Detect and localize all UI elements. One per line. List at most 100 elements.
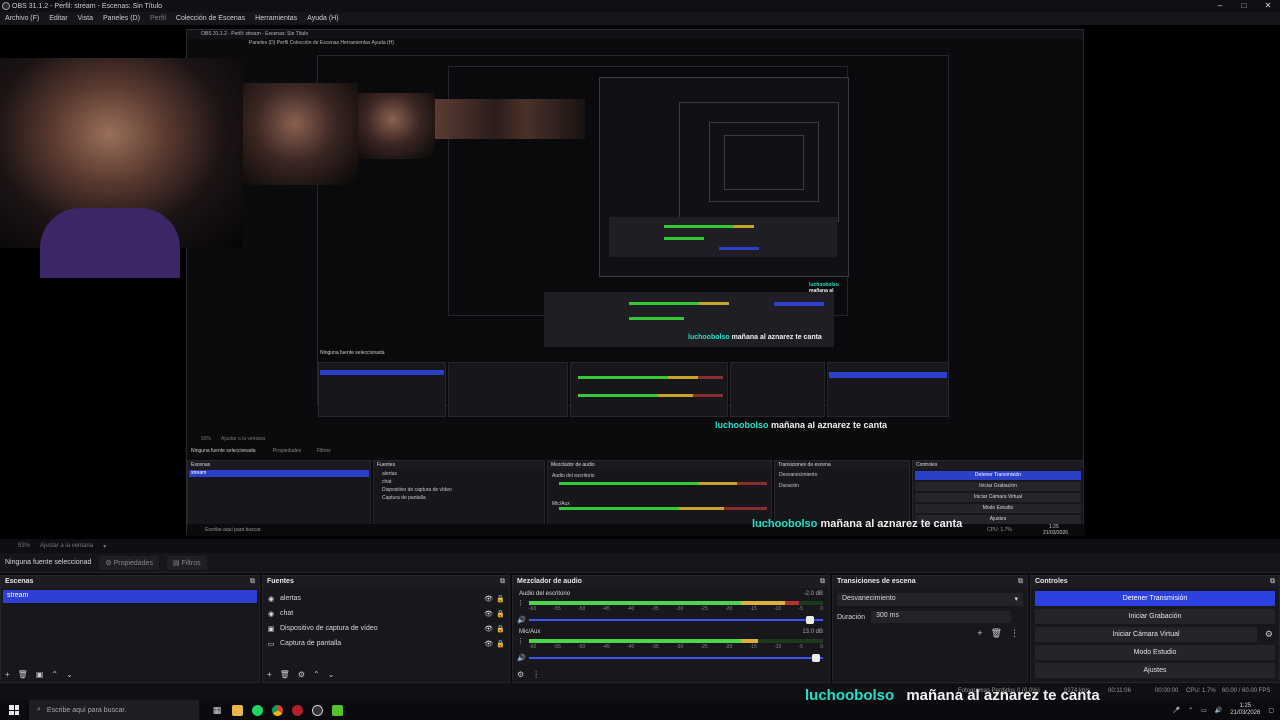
start-virtual-camera-button[interactable]: Iniciar Cámara Virtual — [1035, 627, 1257, 642]
fit-to-window[interactable]: Ajustar a la ventana — [40, 543, 93, 549]
maximize-button[interactable]: □ — [1232, 0, 1256, 12]
source-settings-button[interactable]: ⚙ — [298, 670, 305, 679]
add-source-button[interactable]: + — [267, 670, 272, 679]
eye-icon[interactable]: 👁 — [484, 640, 493, 648]
lock-icon[interactable]: 🔒 — [496, 610, 505, 618]
app-red-icon[interactable] — [287, 700, 307, 720]
app-green-icon[interactable] — [327, 700, 347, 720]
kebab-menu-icon[interactable]: ⋮ — [517, 599, 524, 607]
undock-icon[interactable]: ⧉ — [500, 578, 505, 586]
move-down-button[interactable]: ⌄ — [66, 670, 73, 679]
volume-icon[interactable]: 🔊 — [1215, 707, 1222, 714]
chevron-down-icon[interactable]: ▾ — [103, 543, 106, 550]
menu-vista[interactable]: Vista — [73, 15, 98, 22]
transition-select[interactable]: Desvanecimiento ▾ — [837, 593, 1023, 606]
clock[interactable]: 1:25 21/03/2026 — [1230, 703, 1260, 717]
scale-tick: -50 — [578, 644, 586, 650]
obs-icon[interactable] — [307, 700, 327, 720]
scale-tick: -10 — [774, 606, 782, 612]
mic-icon[interactable]: 🎤 — [1173, 707, 1180, 714]
notification-icon[interactable]: ▢ — [1268, 707, 1274, 714]
speaker-icon[interactable]: 🔊 — [517, 654, 526, 662]
eye-icon[interactable]: 👁 — [484, 595, 493, 603]
remove-source-button[interactable]: 🗑 — [280, 670, 290, 679]
volume-slider[interactable] — [529, 616, 823, 624]
scale-tick: -40 — [627, 644, 635, 650]
slider-knob[interactable] — [806, 616, 815, 624]
menu-ayuda[interactable]: Ayuda (H) — [302, 15, 343, 22]
nested-transitions-panel — [730, 362, 825, 417]
kebab-menu-icon[interactable]: ⋮ — [517, 637, 524, 645]
chrome-icon[interactable] — [267, 700, 287, 720]
scene-item-stream[interactable]: stream — [3, 590, 257, 603]
eye-icon[interactable]: 👁 — [484, 625, 493, 633]
spotify-icon[interactable] — [247, 700, 267, 720]
source-item-video-capture[interactable]: ▣ Dispositivo de captura de vídeo 👁 🔒 — [263, 621, 509, 636]
move-up-button[interactable]: ⌃ — [51, 670, 58, 679]
mixer-menu-button[interactable]: ⋮ — [532, 670, 540, 679]
menu-herramientas[interactable]: Herramientas — [250, 15, 302, 22]
nested-ticker: luchoobolso mañana al aznarez te canta — [688, 334, 822, 341]
properties-bar: Ninguna fuente seleccionad ⚙ Propiedades… — [0, 553, 1280, 573]
menu-archivo[interactable]: Archivo (F) — [0, 15, 44, 22]
lock-icon[interactable]: 🔒 — [496, 625, 505, 633]
taskbar-search[interactable]: ⌕ Escribe aquí para buscar. — [29, 700, 199, 720]
record-time: 00:00:00 — [1155, 688, 1179, 694]
zoom-level[interactable]: 93% — [18, 543, 30, 549]
source-item-screen-capture[interactable]: ▭ Captura de pantalla 👁 🔒 — [263, 636, 509, 651]
scale-tick: -35 — [651, 644, 659, 650]
slider-knob[interactable] — [812, 654, 821, 662]
add-scene-button[interactable]: + — [5, 670, 10, 679]
ticker-message: mañana al aznarez te canta — [906, 687, 1100, 704]
filters-button[interactable]: ▤ Filtros — [166, 555, 207, 570]
volume-slider[interactable] — [529, 654, 823, 662]
lock-icon[interactable]: 🔒 — [496, 595, 505, 603]
filter-scene-button[interactable]: ▣ — [36, 670, 44, 679]
scale-tick: -15 — [749, 606, 757, 612]
remove-transition-button[interactable]: 🗑 — [991, 628, 1002, 639]
nested-ticker: luchoobolso mañana al aznarez te canta — [715, 420, 888, 430]
start-recording-button[interactable]: Iniciar Grabación — [1035, 609, 1275, 624]
speaker-icon[interactable]: 🔊 — [517, 616, 526, 624]
undock-icon[interactable]: ⧉ — [250, 578, 255, 586]
file-explorer-icon[interactable] — [227, 700, 247, 720]
add-transition-button[interactable]: + — [977, 628, 982, 639]
mixer-settings-button[interactable]: ⚙ — [517, 670, 524, 679]
source-item-chat[interactable]: ◉ chat 👁 🔒 — [263, 606, 509, 621]
window-titlebar: OBS 31.1.2 - Perfil: stream - Escenas: S… — [0, 0, 1280, 12]
minimize-button[interactable]: – — [1208, 0, 1232, 12]
nested-meter — [693, 394, 723, 397]
stream-time: 00:11:06 — [1108, 688, 1131, 694]
eye-icon[interactable]: 👁 — [484, 610, 493, 618]
search-icon: ⌕ — [37, 706, 41, 713]
remove-scene-button[interactable]: 🗑 — [18, 670, 28, 679]
undock-icon[interactable]: ⧉ — [820, 578, 825, 586]
move-up-button[interactable]: ⌃ — [313, 670, 320, 679]
menu-perfil[interactable]: Perfil — [145, 15, 171, 22]
menu-editar[interactable]: Editar — [44, 15, 72, 22]
properties-button[interactable]: ⚙ Propiedades — [99, 555, 159, 570]
preview-canvas[interactable]: OBS 31.1.2 - Perfil: stream - Escenas: S… — [0, 25, 1280, 539]
chevron-up-icon[interactable]: ⌃ — [1188, 707, 1193, 714]
transition-menu-button[interactable]: ⋮ — [1010, 628, 1019, 639]
gear-icon[interactable]: ⚙ — [1265, 629, 1273, 640]
duration-input[interactable]: 300 ms — [871, 611, 1012, 623]
nested-title: OBS 31.1.2 - Perfil: stream - Escenas: S… — [187, 30, 1083, 39]
stop-streaming-button[interactable]: Detener Transmisión — [1035, 591, 1275, 606]
channel-name: Audio del escritorio — [519, 591, 571, 597]
move-down-button[interactable]: ⌄ — [328, 670, 335, 679]
menu-paneles[interactable]: Paneles (D) — [98, 15, 145, 22]
source-item-alertas[interactable]: ◉ alertas 👁 🔒 — [263, 591, 509, 606]
undock-icon[interactable]: ⧉ — [1018, 578, 1023, 586]
network-icon[interactable]: ▭ — [1201, 707, 1207, 714]
scale-tick: -20 — [725, 606, 733, 612]
windows-start-icon[interactable] — [9, 705, 19, 715]
lock-icon[interactable]: 🔒 — [496, 640, 505, 648]
source-label: alertas — [280, 595, 302, 602]
close-button[interactable]: ✕ — [1256, 0, 1280, 12]
studio-mode-button[interactable]: Modo Estudio — [1035, 645, 1275, 660]
menu-coleccion[interactable]: Colección de Escenas — [171, 15, 250, 22]
task-view-icon[interactable]: ▦ — [207, 700, 227, 720]
settings-button[interactable]: Ajustes — [1035, 663, 1275, 678]
undock-icon[interactable]: ⧉ — [1270, 578, 1275, 586]
